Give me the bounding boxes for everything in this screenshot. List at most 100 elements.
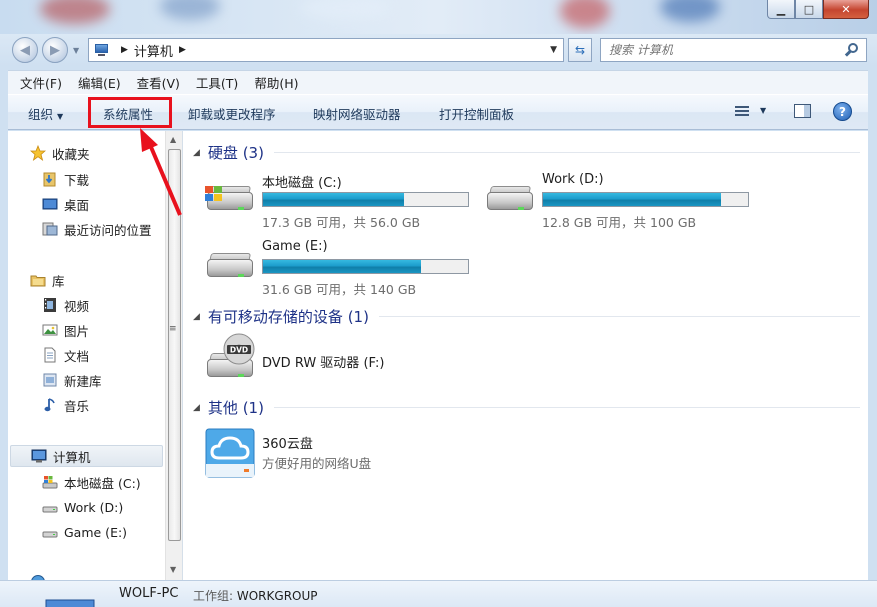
content-pane: ◢ 硬盘 (3) 本地磁盘 (C:) 17.3 GB 可用，共 56.0 GB … xyxy=(183,131,868,580)
nav-network[interactable] xyxy=(30,571,182,580)
window-titlebar[interactable]: ▁ □ ✕ xyxy=(0,0,877,34)
svg-text:DVD: DVD xyxy=(230,346,248,355)
preview-pane-icon[interactable] xyxy=(794,104,811,118)
map-network-drive-button[interactable]: 映射网络驱动器 xyxy=(313,104,401,123)
uninstall-program-button[interactable]: 卸载或更改程序 xyxy=(188,104,276,123)
view-options-dropdown-icon[interactable]: ▼ xyxy=(760,106,766,115)
refresh-icon: ⇆ xyxy=(574,43,586,57)
nav-videos[interactable]: 视频 xyxy=(42,294,182,316)
address-row: ◀ ▶ ▼ ▶ 计算机 ▶ ▼ ⇆ xyxy=(0,34,877,66)
window-controls: ▁ □ ✕ xyxy=(767,0,869,19)
hard-drive-icon xyxy=(42,499,58,515)
music-note-icon xyxy=(42,397,58,413)
video-icon xyxy=(42,297,58,313)
desktop-icon xyxy=(42,196,58,212)
usage-bar xyxy=(262,192,469,207)
refresh-button[interactable]: ⇆ xyxy=(568,38,592,62)
address-bar[interactable]: ▶ 计算机 ▶ ▼ xyxy=(88,38,564,62)
drive-e[interactable]: Game (E:) 31.6 GB 可用，共 140 GB xyxy=(205,239,475,299)
collapse-triangle-icon[interactable]: ◢ xyxy=(193,403,200,413)
usage-bar xyxy=(262,259,469,274)
highlight-box xyxy=(88,97,172,128)
background-blur xyxy=(40,0,110,24)
menu-help[interactable]: 帮助(H) xyxy=(246,73,306,92)
maximize-button[interactable]: □ xyxy=(795,0,823,19)
search-input[interactable] xyxy=(601,43,831,57)
usage-bar xyxy=(542,192,749,207)
scroll-up-icon[interactable]: ▲ xyxy=(170,135,176,144)
collapse-triangle-icon[interactable]: ◢ xyxy=(193,312,200,322)
computer-icon xyxy=(93,43,111,57)
back-button[interactable]: ◀ xyxy=(12,37,38,63)
background-blur xyxy=(660,0,720,22)
system-drive-icon xyxy=(42,474,58,490)
group-other[interactable]: ◢ 其他 (1) xyxy=(193,397,860,418)
back-arrow-icon: ◀ xyxy=(20,42,30,58)
computer-name: WOLF-PC xyxy=(119,586,179,601)
drive-d[interactable]: Work (D:) 12.8 GB 可用，共 100 GB xyxy=(485,172,755,232)
search-icon[interactable] xyxy=(844,43,859,57)
minimize-button[interactable]: ▁ xyxy=(767,0,795,19)
chevron-down-icon: ▼ xyxy=(57,112,64,121)
downloads-folder-icon xyxy=(42,171,58,187)
group-removable-devices[interactable]: ◢ 有可移动存储的设备 (1) xyxy=(193,306,860,327)
cloud-drive-360[interactable]: 360云盘 方便好用的网络U盘 xyxy=(205,428,455,480)
group-divider xyxy=(273,407,860,408)
menu-edit[interactable]: 编辑(E) xyxy=(70,73,129,92)
organize-button[interactable]: 组织 ▼ xyxy=(28,104,63,123)
library-icon xyxy=(30,272,46,288)
search-box[interactable] xyxy=(600,38,867,62)
group-divider xyxy=(378,316,860,317)
breadcrumb-computer[interactable]: 计算机 xyxy=(134,41,173,60)
hard-drive-icon xyxy=(485,186,535,214)
scroll-down-icon[interactable]: ▼ xyxy=(170,565,176,574)
menu-tools[interactable]: 工具(T) xyxy=(188,73,246,92)
workgroup-info: 工作组: WORKGROUP xyxy=(193,589,318,603)
picture-icon xyxy=(42,322,58,338)
collapse-triangle-icon[interactable]: ◢ xyxy=(193,148,200,158)
forward-arrow-icon: ▶ xyxy=(50,42,60,58)
nav-downloads[interactable]: 下载 xyxy=(42,168,182,190)
scroll-grip-icon: ≡ xyxy=(169,324,177,334)
open-control-panel-button[interactable]: 打开控制面板 xyxy=(439,104,514,123)
system-drive-icon xyxy=(205,186,255,214)
nav-scrollbar[interactable]: ▲ ≡ ▼ xyxy=(165,131,182,580)
drive-c[interactable]: 本地磁盘 (C:) 17.3 GB 可用，共 56.0 GB xyxy=(205,172,475,232)
computer-icon xyxy=(31,448,47,464)
new-library-icon xyxy=(42,372,58,388)
nav-recent-places[interactable]: 最近访问的位置 xyxy=(42,218,182,240)
breadcrumb-chevron-icon[interactable]: ▶ xyxy=(179,45,186,55)
nav-music[interactable]: 音乐 xyxy=(42,394,182,416)
address-dropdown-icon[interactable]: ▼ xyxy=(550,45,557,55)
group-hard-drives[interactable]: ◢ 硬盘 (3) xyxy=(193,142,860,163)
breadcrumb-chevron-icon[interactable]: ▶ xyxy=(121,45,128,55)
navigation-pane: 收藏夹 下载 桌面 最近访问的位置 库 视频 图片 文档 新建库 音乐 计算机 xyxy=(8,131,183,580)
nav-new-library[interactable]: 新建库 xyxy=(42,369,182,391)
nav-computer[interactable]: 计算机 xyxy=(10,445,163,467)
dvd-disc-icon: DVD xyxy=(223,333,255,365)
group-divider xyxy=(273,152,860,153)
nav-drive-d[interactable]: Work (D:) xyxy=(42,496,182,518)
details-pane: WOLF-PC 工作组: WORKGROUP xyxy=(0,580,877,607)
close-button[interactable]: ✕ xyxy=(823,0,869,19)
menu-file[interactable]: 文件(F) xyxy=(12,73,70,92)
help-icon[interactable]: ? xyxy=(833,102,852,121)
nav-pictures[interactable]: 图片 xyxy=(42,319,182,341)
forward-button[interactable]: ▶ xyxy=(42,37,68,63)
hard-drive-icon xyxy=(205,253,255,281)
background-blur xyxy=(160,0,220,20)
cloud-drive-icon xyxy=(205,428,255,478)
scrollbar-thumb[interactable] xyxy=(168,149,181,541)
nav-drive-e[interactable]: Game (E:) xyxy=(42,521,182,543)
nav-drive-c[interactable]: 本地磁盘 (C:) xyxy=(42,471,182,493)
computer-icon xyxy=(45,599,95,607)
change-view-icon[interactable] xyxy=(735,104,749,118)
menu-view[interactable]: 查看(V) xyxy=(129,73,188,92)
nav-favorites[interactable]: 收藏夹 xyxy=(29,142,182,164)
recent-pages-dropdown-icon[interactable]: ▼ xyxy=(73,46,79,55)
document-icon xyxy=(42,347,58,363)
nav-libraries[interactable]: 库 xyxy=(30,269,182,291)
nav-desktop[interactable]: 桌面 xyxy=(42,193,182,215)
nav-documents[interactable]: 文档 xyxy=(42,344,182,366)
drive-dvd[interactable]: DVD DVD RW 驱动器 (F:) xyxy=(205,331,455,389)
